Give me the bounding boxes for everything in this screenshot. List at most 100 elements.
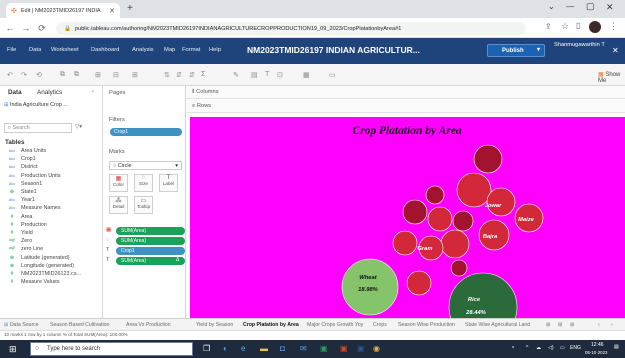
menu-worksheet[interactable]: Worksheet — [51, 47, 79, 53]
field-item[interactable]: Abc Year1 — [8, 197, 35, 203]
browser-tab[interactable]: ✣ Edit | NM2023TMID26197 INDIA ✕ — [6, 3, 120, 18]
color-button[interactable]: ▦ Color — [109, 174, 128, 192]
rows-shelf[interactable]: ≡ Rows — [186, 100, 625, 113]
battery-icon[interactable]: ▭ — [560, 345, 565, 351]
field-item[interactable]: Abc Production Units — [8, 173, 61, 179]
forward-arrow-icon[interactable]: → — [20, 22, 32, 34]
bubble-chart-svg[interactable]: Crop Platation by Area Rice 28.44% Wheat 18… — [190, 117, 625, 342]
redo-icon[interactable]: ↷ — [21, 71, 27, 79]
bubble-unlabeled[interactable] — [440, 229, 470, 259]
new-worksheet-icon[interactable]: ⊞ — [546, 322, 550, 328]
sheet-tab-active[interactable]: Crop Platation by Area — [243, 322, 299, 328]
revert-icon[interactable]: ⟲ — [36, 71, 42, 79]
filter-fields-icon[interactable]: ▽▾ — [75, 124, 82, 130]
reload-icon[interactable]: ⟳ — [36, 22, 48, 34]
duplicate-sheet-icon[interactable]: ⧉ — [74, 71, 79, 79]
group-members-icon[interactable]: ▤ — [251, 71, 258, 79]
field-item[interactable]: # Yield — [8, 230, 33, 236]
publish-button[interactable]: Publish ▾ — [487, 44, 545, 57]
sheet-tab[interactable]: Crops — [373, 322, 387, 328]
highlight-icon[interactable]: ✎ — [233, 71, 239, 79]
field-item[interactable]: Abc Measure Names — [8, 205, 61, 211]
windows-start-icon[interactable]: ⊞ — [9, 344, 17, 355]
task-view-icon[interactable]: ❐ — [203, 344, 210, 353]
browser-menu-icon[interactable]: ⋮ — [609, 21, 618, 32]
taskbar-app-icon[interactable]: e — [241, 344, 245, 353]
bubble-unlabeled[interactable] — [425, 185, 445, 205]
field-item[interactable]: # Measure Values — [8, 279, 60, 285]
sheet-tab[interactable]: Season Based Cultivation — [50, 322, 109, 328]
field-item[interactable]: # Production — [8, 222, 47, 228]
taskbar-app-icon[interactable]: ▬ — [260, 344, 268, 353]
menu-analysis[interactable]: Analysis — [132, 47, 154, 53]
menu-file[interactable]: File — [7, 47, 16, 53]
bubble-unlabeled[interactable] — [473, 144, 503, 174]
bubble-unlabeled[interactable] — [406, 270, 432, 296]
menu-data[interactable]: Data — [29, 47, 41, 53]
bubble-unlabeled[interactable] — [456, 172, 492, 208]
new-sheet-icon[interactable]: ⧉ — [60, 71, 65, 79]
field-item[interactable]: # Area — [8, 214, 33, 220]
scroll-left-icon[interactable]: ‹ — [598, 322, 600, 328]
sidepanel-icon[interactable]: ▯ — [576, 21, 580, 30]
totals-icon[interactable]: Σ — [201, 71, 205, 78]
marks-pill[interactable]: SUM(Area) — [116, 227, 185, 235]
datasource-item[interactable]: ⊞ India Agriculture Crop ... — [4, 102, 68, 108]
taskbar-app-icon[interactable]: ▣ — [340, 344, 348, 353]
pause-updates-icon[interactable]: ⊟ — [113, 71, 119, 79]
field-item[interactable]: Abc Season1 — [8, 181, 43, 187]
share-icon[interactable]: ⇪ — [545, 22, 552, 31]
close-window-icon[interactable]: ✕ — [606, 2, 614, 13]
filter-pill-crop1[interactable]: Crop1 — [110, 128, 182, 136]
sheet-tab[interactable]: Season Wise Production — [398, 322, 455, 328]
chrome-taskbar-icon[interactable]: ◉ — [373, 344, 380, 353]
marks-pill[interactable]: SUM(Area) — [116, 237, 185, 245]
taskbar-app-icon[interactable]: ✉ — [300, 344, 307, 353]
bubble-unlabeled[interactable] — [452, 210, 474, 232]
minimize-window-icon[interactable]: — — [566, 2, 574, 11]
mark-type-select[interactable]: ○ Circle ▾ — [109, 161, 182, 170]
publish-dropdown-chevron-icon[interactable]: ▾ — [537, 46, 540, 53]
new-tab-button[interactable]: + — [127, 3, 133, 14]
scroll-right-icon[interactable]: › — [611, 322, 613, 328]
bookmark-star-icon[interactable]: ☆ — [561, 21, 569, 32]
field-item[interactable]: Abc District — [8, 164, 38, 170]
bubble-jowar[interactable] — [486, 187, 516, 217]
notifications-icon[interactable]: ▤ — [614, 344, 619, 350]
chart-canvas[interactable]: Crop Platation by Area Rice 28.44% Wheat 18… — [190, 117, 625, 342]
undo-icon[interactable]: ↶ — [7, 71, 13, 79]
fix-axes-icon[interactable]: ⊡ — [277, 71, 283, 79]
user-name[interactable]: Shanmugawarthin T — [554, 42, 608, 49]
field-item[interactable]: ⊕ State1 — [8, 189, 37, 195]
close-tab-icon[interactable]: ✕ — [109, 7, 115, 15]
filters-card-title[interactable]: Filters — [109, 117, 125, 123]
language-indicator[interactable]: ENG — [570, 345, 581, 351]
collapse-pane-icon[interactable]: ‹ — [92, 89, 94, 95]
back-arrow-icon[interactable]: ← — [4, 22, 16, 34]
field-item[interactable]: =# Zero — [8, 238, 32, 244]
size-button[interactable]: ◌ Size — [134, 174, 153, 192]
field-item[interactable]: =# zero Line — [8, 246, 43, 252]
close-editor-icon[interactable]: ✕ — [612, 46, 619, 55]
run-update-icon[interactable]: ⊞ — [132, 71, 138, 79]
fit-view-icon[interactable]: ▦ — [303, 71, 310, 79]
field-item[interactable]: # NM2023TMID26123.cs... — [8, 271, 81, 277]
pages-card-title[interactable]: Pages — [109, 90, 125, 96]
sort-ascending-icon[interactable]: ⇵ — [176, 71, 182, 79]
people-icon[interactable]: ᵃ — [512, 345, 514, 351]
taskbar-app-icon[interactable]: ◘ — [280, 344, 285, 353]
profile-avatar[interactable] — [589, 21, 601, 33]
address-bar[interactable]: 🔒 public.tableau.com/authoring/NM2023TMI… — [56, 22, 526, 35]
clock-date[interactable]: 05-10-2023 — [585, 350, 607, 355]
taskbar-search[interactable]: ○ Type here to search — [30, 342, 193, 356]
workbook-title[interactable]: NM2023TMID26197 INDIAN AGRICULTUR... — [247, 45, 420, 55]
show-labels-icon[interactable]: T — [265, 71, 269, 78]
search-field[interactable]: ⌕ Search — [4, 123, 72, 133]
tray-chevron-icon[interactable]: ^ — [526, 345, 528, 351]
taskbar-app-icon[interactable]: ▣ — [320, 344, 328, 353]
marks-pill[interactable]: Crop1 — [116, 247, 185, 255]
marks-pill[interactable]: SUM(Area) — [116, 257, 185, 265]
label-button[interactable]: T Label — [159, 174, 178, 192]
field-item[interactable]: Abc Crop1 — [8, 156, 36, 162]
bubble-unlabeled[interactable] — [450, 259, 468, 277]
